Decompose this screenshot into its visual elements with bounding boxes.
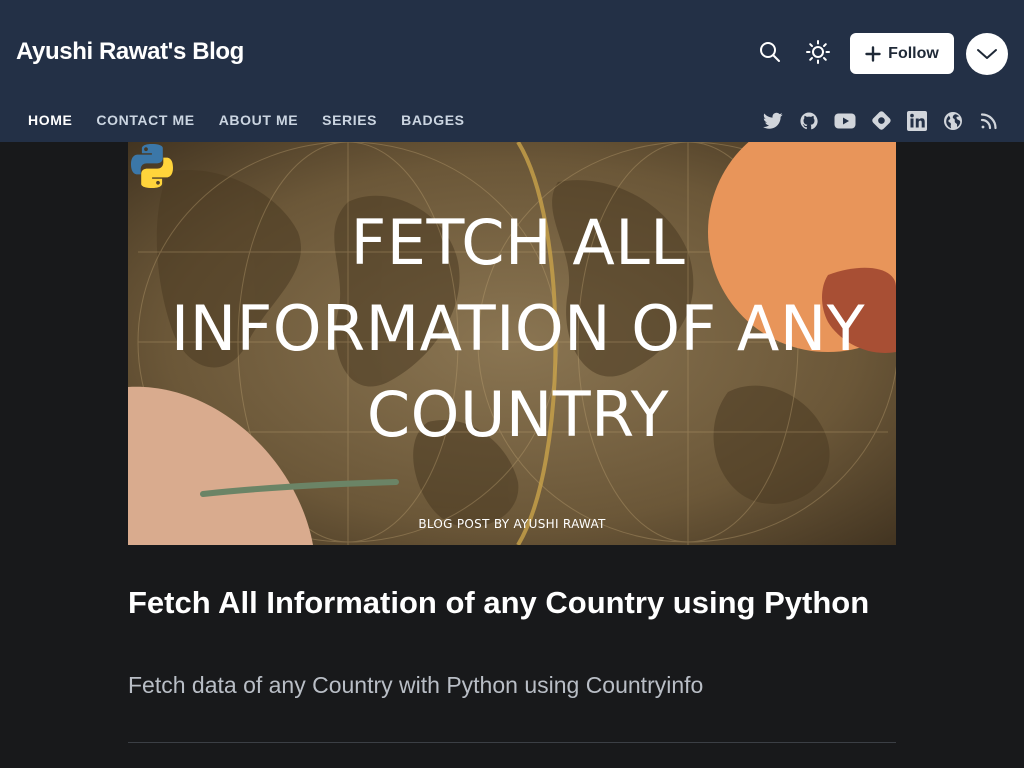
website-icon[interactable] xyxy=(942,110,964,132)
nav-item-badges[interactable]: BADGES xyxy=(401,112,465,128)
follow-button[interactable]: Follow xyxy=(850,33,954,74)
python-logo-icon xyxy=(131,144,173,188)
plus-icon xyxy=(865,45,881,62)
blog-title[interactable]: Ayushi Rawat's Blog xyxy=(16,38,244,66)
divider xyxy=(128,742,896,743)
follow-label: Follow xyxy=(888,44,939,62)
cover-image[interactable]: FETCH ALL INFORMATION OF ANY COUNTRY BLO… xyxy=(128,142,896,545)
linkedin-icon[interactable] xyxy=(906,110,928,132)
rss-icon[interactable] xyxy=(978,110,1000,132)
search-icon xyxy=(760,42,780,62)
post-subtitle: Fetch data of any Country with Python us… xyxy=(128,672,704,698)
sun-icon xyxy=(806,40,830,64)
cover-byline: BLOG POST BY AYUSHI RAWAT xyxy=(418,517,606,531)
search-button[interactable] xyxy=(752,34,788,70)
nav-item-contact-me[interactable]: CONTACT ME xyxy=(96,112,194,128)
chevron-down-icon xyxy=(977,49,997,59)
github-icon[interactable] xyxy=(798,110,820,132)
nav-item-home[interactable]: HOME xyxy=(28,112,72,128)
social-links xyxy=(762,110,1000,132)
theme-toggle-button[interactable] xyxy=(800,34,836,70)
nav-item-about-me[interactable]: ABOUT ME xyxy=(219,112,298,128)
header: Ayushi Rawat's Blog Follow HOME CONTACT … xyxy=(0,0,1024,142)
hashnode-icon[interactable] xyxy=(870,110,892,132)
nav-item-series[interactable]: SERIES xyxy=(322,112,377,128)
twitter-icon[interactable] xyxy=(762,110,784,132)
youtube-icon[interactable] xyxy=(834,110,856,132)
cover-title: FETCH ALL INFORMATION OF ANY COUNTRY xyxy=(170,206,866,451)
post-title: Fetch All Information of any Country usi… xyxy=(128,585,870,620)
profile-menu-button[interactable] xyxy=(966,33,1008,75)
main-nav: HOME CONTACT ME ABOUT ME SERIES BADGES xyxy=(28,112,465,128)
